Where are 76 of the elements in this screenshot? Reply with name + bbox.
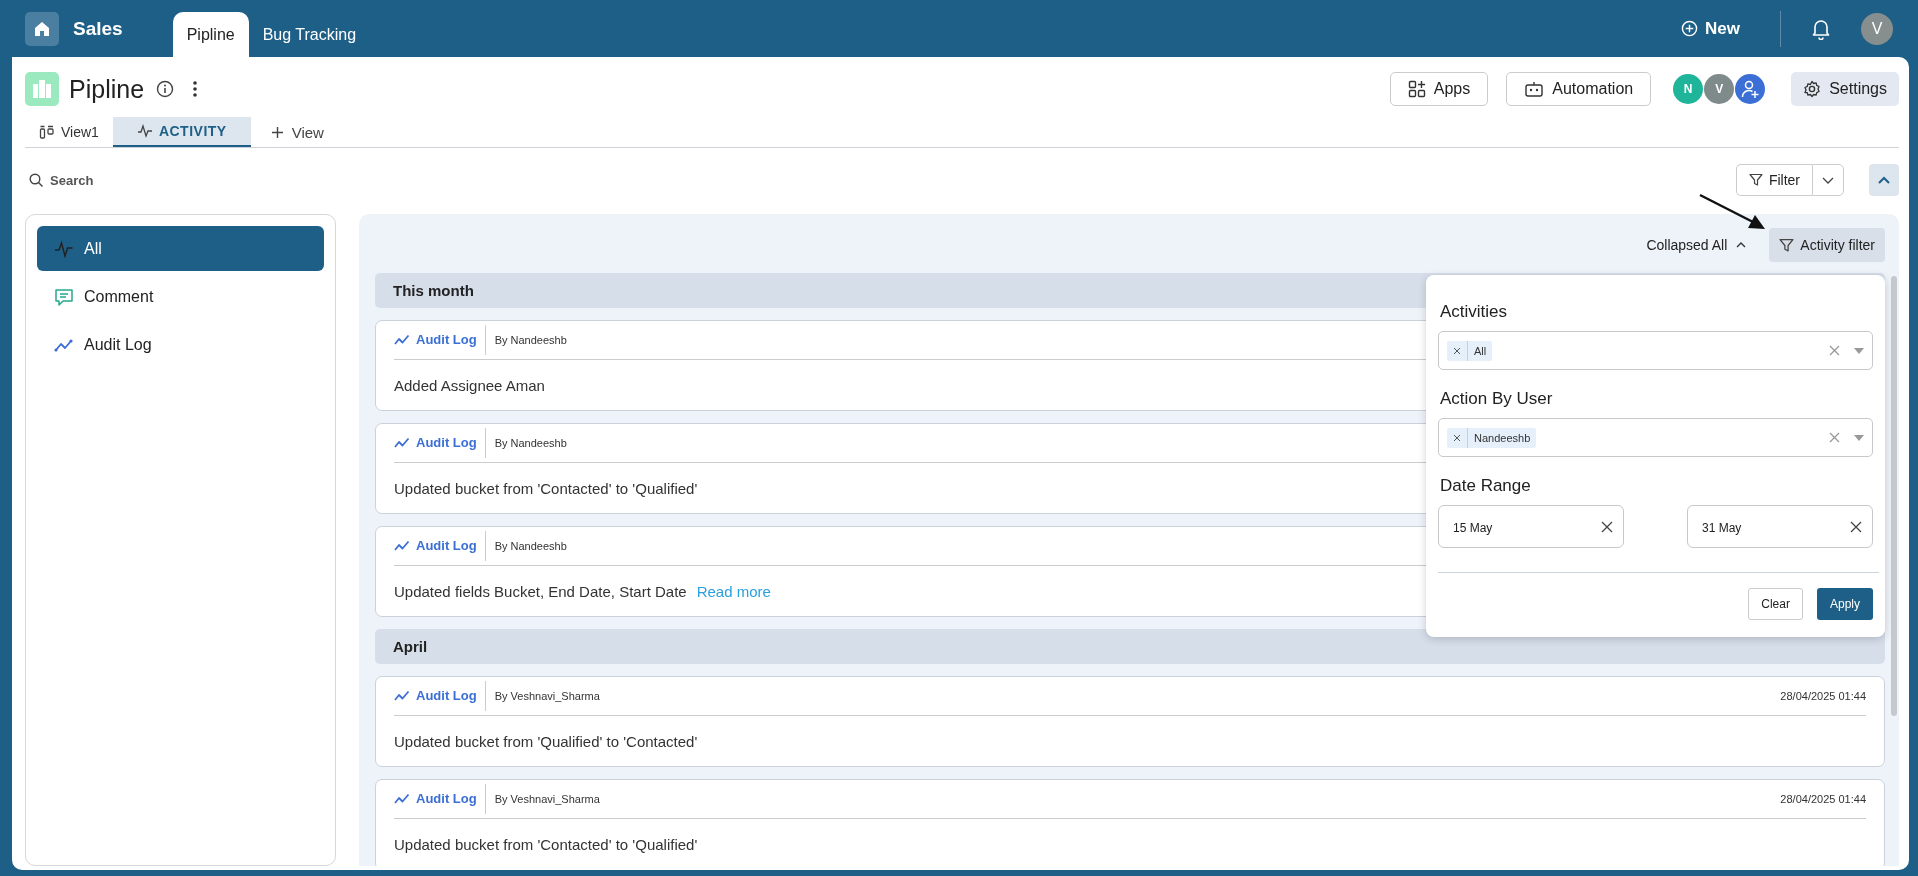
date-field[interactable]: 15 May xyxy=(1438,505,1624,548)
annotation-arrow xyxy=(1699,193,1765,229)
remove-tag-icon[interactable] xyxy=(1453,433,1461,442)
activity-author: By Veshnavi_Sharma xyxy=(494,690,600,702)
activity-filter-button[interactable]: Activity filter xyxy=(1769,228,1885,262)
collapse-all-button[interactable]: Collapsed All xyxy=(1640,236,1754,254)
member-avatar[interactable]: V xyxy=(1704,74,1735,104)
multi-select-field[interactable]: All xyxy=(1438,331,1873,370)
page-title: Pipline xyxy=(69,74,145,104)
activity-text: Updated fields Bucket, End Date, Start Date xyxy=(394,582,687,600)
group-header: April xyxy=(375,629,1885,664)
sidebar-item[interactable]: Comment xyxy=(37,274,324,319)
building-icon xyxy=(25,72,59,106)
activity-icon xyxy=(54,239,74,258)
activity-type: Audit Log xyxy=(416,531,486,561)
automation-button[interactable]: Automation xyxy=(1506,72,1652,106)
activity-type: Audit Log xyxy=(416,681,486,711)
comment-icon xyxy=(54,287,74,306)
add-view-button[interactable]: View xyxy=(250,117,344,147)
apps-icon xyxy=(1407,80,1426,98)
search-icon[interactable] xyxy=(29,172,44,188)
audit-log-icon xyxy=(394,793,410,805)
new-button[interactable]: New xyxy=(1675,17,1746,40)
activity-text: Updated bucket from 'Contacted' to 'Qualified' xyxy=(394,479,698,497)
info-icon[interactable] xyxy=(156,80,175,98)
filter-button[interactable]: Filter xyxy=(1735,164,1812,196)
activity-author: By Nandeeshb xyxy=(494,437,567,449)
activity-type: Audit Log xyxy=(416,784,486,814)
audit-log-icon xyxy=(394,437,410,449)
activity-text: Updated bucket from 'Qualified' to 'Contacted' xyxy=(394,732,698,750)
clear-button[interactable]: Clear xyxy=(1748,588,1803,620)
remove-tag-icon[interactable] xyxy=(1453,346,1461,355)
scrollbar[interactable] xyxy=(1891,276,1897,716)
clear-icon[interactable] xyxy=(1850,520,1862,533)
clear-icon[interactable] xyxy=(1601,520,1613,533)
settings-button[interactable]: Settings xyxy=(1791,72,1899,106)
home-icon[interactable] xyxy=(25,11,59,46)
dropdown-caret-icon[interactable] xyxy=(1854,347,1864,354)
plus-icon xyxy=(270,125,284,139)
filter-icon xyxy=(1748,173,1763,187)
activity-date: 28/04/2025 01:44 xyxy=(1780,793,1866,805)
audit-log-icon xyxy=(394,334,410,346)
activity-author: By Veshnavi_Sharma xyxy=(494,793,600,805)
settings-icon xyxy=(1803,80,1822,98)
collapse-button[interactable] xyxy=(1869,164,1899,196)
activity-icon xyxy=(136,124,153,138)
sidebar-item[interactable]: All xyxy=(37,226,324,271)
audit-log-icon xyxy=(394,540,410,552)
app-title: Sales xyxy=(73,17,123,40)
app-tab[interactable]: Bug Tracking xyxy=(248,12,371,57)
more-icon[interactable] xyxy=(192,80,199,98)
activity-date: 28/04/2025 01:44 xyxy=(1780,690,1866,702)
multi-select-field[interactable]: Nandeeshb xyxy=(1438,418,1873,457)
view-tab[interactable]: ACTIVITY xyxy=(112,117,251,147)
robot-icon xyxy=(1524,80,1545,98)
add-member-icon[interactable] xyxy=(1735,74,1766,104)
view-tab[interactable]: View1 xyxy=(25,117,113,147)
dropdown-caret-icon[interactable] xyxy=(1854,434,1864,441)
activity-type: Audit Log xyxy=(416,428,486,458)
field-label: Action By User xyxy=(1440,388,1554,410)
apply-button[interactable]: Apply xyxy=(1816,588,1873,620)
apps-button[interactable]: Apps xyxy=(1389,72,1489,106)
activity-text: Updated bucket from 'Contacted' to 'Qualified' xyxy=(394,835,698,853)
notification-bell-icon[interactable] xyxy=(1811,17,1831,40)
activity-text: Added Assignee Aman xyxy=(394,376,545,394)
board-icon xyxy=(39,125,55,139)
date-field[interactable]: 31 May xyxy=(1687,505,1873,548)
app-tab[interactable]: Pipline xyxy=(172,12,249,57)
activity-type: Audit Log xyxy=(416,325,486,355)
activity-author: By Nandeeshb xyxy=(494,334,567,346)
field-label: Date Range xyxy=(1440,475,1532,497)
plus-circle-icon xyxy=(1681,20,1699,37)
activity-author: By Nandeeshb xyxy=(494,540,567,552)
sidebar-item[interactable]: Audit Log xyxy=(37,322,324,367)
filter-icon xyxy=(1779,237,1795,253)
audit-log-icon xyxy=(394,690,410,702)
